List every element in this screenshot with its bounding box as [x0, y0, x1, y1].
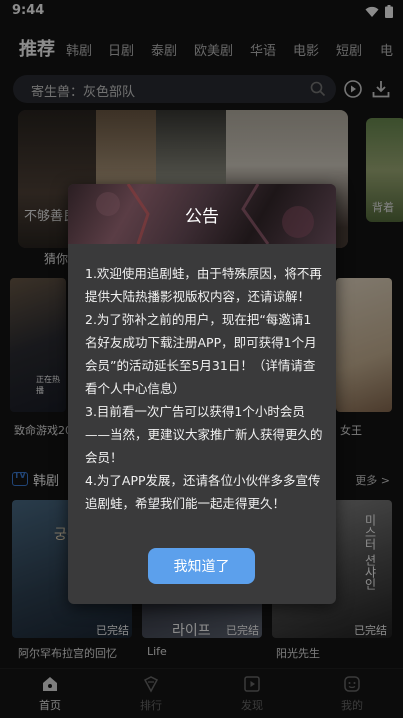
- dialog-title: 公告: [185, 207, 219, 227]
- dialog-paragraph: 1.欢迎使用追剧蛙，由于特殊原因，将不再提供大陆热播影视版权内容，还请谅解！: [85, 266, 322, 304]
- confirm-button[interactable]: 我知道了: [148, 548, 255, 584]
- dialog-paragraph: 2.为了弥补之前的用户，现在把“每邀请1名好友成功下载注册APP，即可获得1个月…: [85, 312, 317, 396]
- dialog-body: 1.欢迎使用追剧蛙，由于特殊原因，将不再提供大陆热播影视版权内容，还请谅解！ 2…: [85, 262, 323, 515]
- dialog-paragraph: 3.目前看一次广告可以获得1个小时会员——当然，更建议大家推广新人获得更久的会员…: [85, 404, 323, 465]
- dialog-header-image: 公告: [68, 184, 336, 244]
- dialog-paragraph: 4.为了APP发展，还请各位小伙伴多多宣传追剧蛙，希望我们能一起走得更久！: [85, 473, 321, 511]
- announcement-dialog: 公告 1.欢迎使用追剧蛙，由于特殊原因，将不再提供大陆热播影视版权内容，还请谅解…: [68, 184, 336, 604]
